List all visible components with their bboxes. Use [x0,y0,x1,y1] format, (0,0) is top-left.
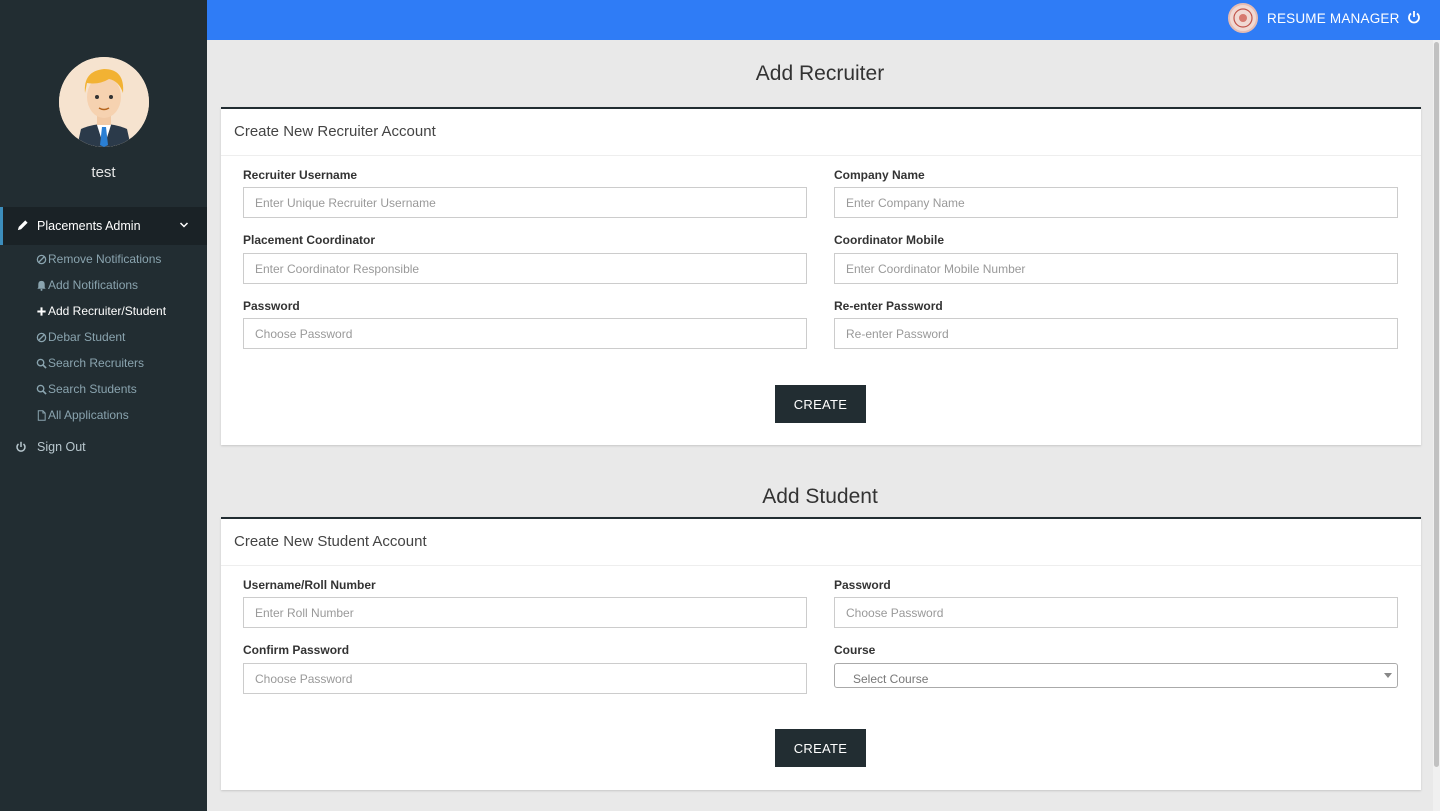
power-icon [16,441,26,452]
plus-icon [37,306,46,316]
sidebar-item-debar-student[interactable]: Debar Student [36,328,125,346]
sidebar-item-search-students[interactable]: Search Students [36,380,137,398]
student-panel: Create New Student Account Username/Roll… [221,517,1421,790]
coordinator-input[interactable] [243,253,807,284]
sidebar-item-label: Add Notifications [48,278,139,292]
sidebar-item-label: Add Recruiter/Student [48,304,167,318]
menu-header-label: Placements Admin [37,219,141,233]
sidebar-item-add-recruiter-student[interactable]: Add Recruiter/Student [36,302,166,320]
confirm-password-input[interactable] [243,663,807,694]
create-student-button[interactable]: CREATE [775,729,866,767]
sign-out-link[interactable]: Sign Out [15,438,86,456]
ban-icon [36,254,47,264]
sidebar-item-search-recruiters[interactable]: Search Recruiters [36,354,144,372]
sidebar-item-label: All Applications [48,408,129,422]
recruiter-repassword-input[interactable] [834,318,1398,349]
sidebar-item-label: Remove Notifications [48,252,162,266]
sidebar-item-add-notifications[interactable]: Add Notifications [36,276,138,294]
brand-logo [1228,3,1258,33]
sidebar-item-remove-notifications[interactable]: Remove Notifications [36,250,161,268]
student-password-input[interactable] [834,597,1398,628]
top-navbar: RESUME MANAGER [207,0,1440,40]
pencil-icon [17,220,28,231]
recruiter-panel: Create New Recruiter Account Recruiter U… [221,107,1421,445]
coordinator-mobile-label: Coordinator Mobile [834,233,944,247]
scrollbar-thumb[interactable] [1434,42,1439,767]
course-label: Course [834,643,876,657]
search-icon [36,358,47,369]
sidebar-item-all-applications[interactable]: All Applications [36,406,129,424]
brand-title: RESUME MANAGER [1267,11,1400,26]
sidebar-item-label: Search Students [48,382,137,396]
menu-placements-admin[interactable]: Placements Admin [0,207,207,245]
student-panel-title: Create New Student Account [221,519,1421,566]
coordinator-label: Placement Coordinator [243,233,376,247]
recruiter-username-input[interactable] [243,187,807,218]
course-select[interactable]: Select Course [834,663,1398,688]
chevron-down-icon [179,222,189,228]
sidebar-item-label: Search Recruiters [48,356,145,370]
sidebar-item-label: Debar Student [48,330,126,344]
recruiter-section-title: Add Recruiter [755,62,885,85]
sidebar: test Placements Admin Remove Notificatio… [0,0,207,811]
recruiter-password-label: Password [243,299,300,313]
sign-out-label: Sign Out [37,440,86,454]
company-name-input[interactable] [834,187,1398,218]
power-icon[interactable] [1407,10,1421,24]
dropdown-arrow-icon [1384,673,1392,678]
file-icon [37,409,46,421]
recruiter-password-input[interactable] [243,318,807,349]
create-recruiter-button[interactable]: CREATE [775,385,866,423]
confirm-password-label: Confirm Password [243,643,350,657]
course-select-value: Select Course [853,672,929,686]
search-icon [36,384,47,395]
recruiter-panel-title: Create New Recruiter Account [221,109,1421,156]
student-password-label: Password [834,578,891,592]
recruiter-repassword-label: Re-enter Password [834,299,943,313]
student-section-title: Add Student [762,485,878,508]
roll-number-input[interactable] [243,597,807,628]
coordinator-mobile-input[interactable] [834,253,1398,284]
recruiter-username-label: Recruiter Username [243,168,358,182]
ban-icon [36,332,47,342]
user-avatar [59,57,149,147]
roll-number-label: Username/Roll Number [243,578,376,592]
company-name-label: Company Name [834,168,925,182]
user-name: test [91,164,116,181]
bell-icon [37,280,46,291]
